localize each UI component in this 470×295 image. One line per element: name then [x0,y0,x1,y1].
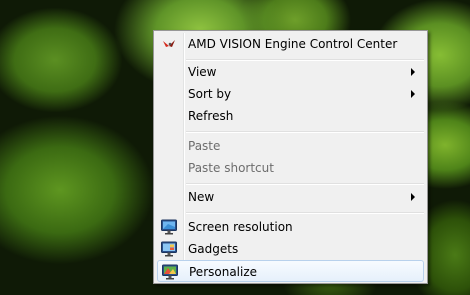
menu-item-label: Sort by [188,87,232,101]
menu-item-label: Personalize [189,265,258,279]
menu-item-refresh[interactable]: Refresh [157,105,424,127]
menu-item-label: Paste shortcut [188,161,274,175]
submenu-arrow-icon [411,90,415,98]
menu-item-label: Gadgets [188,242,239,256]
menu-item-paste[interactable]: Paste [157,135,424,157]
menu-item-personalize[interactable]: Personalize [157,260,424,282]
menu-item-paste-shortcut[interactable]: Paste shortcut [157,157,424,179]
menu-separator [186,212,424,214]
submenu-arrow-icon [411,193,415,201]
menu-item-screen-resolution[interactable]: Screen resolution [157,216,424,238]
menu-item-label: Refresh [188,109,234,123]
menu-item-amd-vision[interactable]: AMD VISION Engine Control Center [157,33,424,55]
menu-item-label: AMD VISION Engine Control Center [188,37,398,51]
menu-item-sort-by[interactable]: Sort by [157,83,424,105]
menu-separator [186,183,424,185]
menu-item-new[interactable]: New [157,186,424,208]
gadgets-icon [160,240,178,258]
amd-vision-icon [160,35,178,53]
menu-item-label: Paste [188,139,221,153]
menu-item-view[interactable]: View [157,61,424,83]
personalize-icon [161,263,179,281]
menu-item-label: New [188,190,215,204]
monitor-icon [160,218,178,236]
menu-separator [186,131,424,133]
submenu-arrow-icon [411,68,415,76]
menu-item-label: View [188,65,217,79]
menu-item-gadgets[interactable]: Gadgets [157,238,424,260]
desktop-context-menu: AMD VISION Engine Control Center View So… [153,30,428,284]
menu-item-label: Screen resolution [188,220,293,234]
